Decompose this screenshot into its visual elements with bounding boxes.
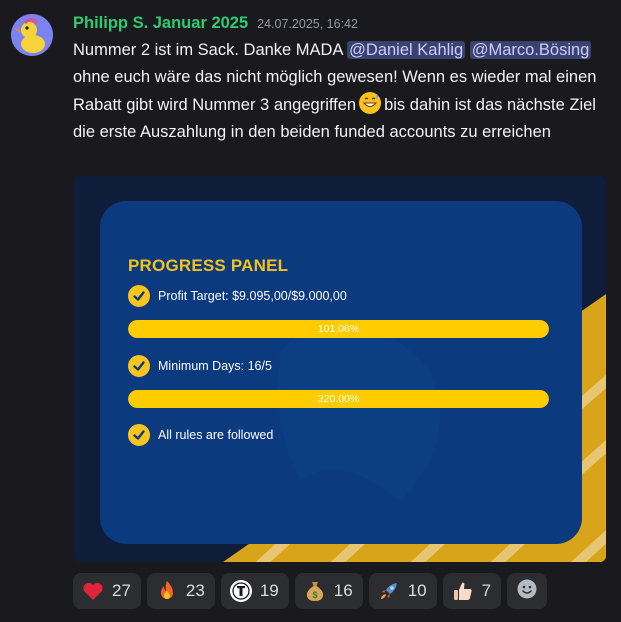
check-item-profit-target: Profit Target: $9.095,00/$9.000,00 (128, 285, 347, 307)
reaction-count: 7 (481, 581, 492, 600)
check-label: Profit Target: $9.095,00/$9.000,00 (158, 289, 347, 303)
thumbs-up-icon (451, 579, 475, 603)
check-icon (128, 355, 150, 377)
check-label: All rules are followed (158, 428, 274, 442)
add-reaction-icon (516, 578, 538, 605)
rocket-icon (377, 579, 401, 603)
progress-panel-image[interactable]: PROGRESS PANEL Profit Target: $9.095,00/… (73, 176, 606, 562)
reaction-count: 23 (185, 581, 205, 600)
reaction-count: 10 (407, 581, 427, 600)
mention-marco[interactable]: @Marco.Bösing (469, 41, 592, 59)
check-label: Minimum Days: 16/5 (158, 359, 272, 373)
reaction-fire[interactable]: 23 (146, 573, 215, 609)
check-icon (128, 285, 150, 307)
author-name[interactable]: Philipp S. Januar 2025 (73, 14, 248, 33)
reaction-money-bag[interactable]: $ 16 (294, 573, 363, 609)
check-item-minimum-days: Minimum Days: 16/5 (128, 355, 272, 377)
reaction-custom[interactable]: 19 (220, 573, 289, 609)
reaction-count: 16 (333, 581, 353, 600)
duck-avatar-icon (11, 14, 53, 56)
reaction-thumbs-up[interactable]: 7 (442, 573, 502, 609)
timestamp: 24.07.2025, 16:42 (257, 17, 358, 31)
panel-title: PROGRESS PANEL (128, 256, 289, 275)
mention-daniel[interactable]: @Daniel Kahlig (347, 41, 466, 59)
grinning-sweat-emoji-icon (358, 91, 382, 115)
reaction-rocket[interactable]: 10 (368, 573, 437, 609)
reaction-count: 19 (259, 581, 279, 600)
message-content: Nummer 2 ist im Sack. Danke MADA @Daniel… (73, 37, 613, 146)
reaction-heart[interactable]: 27 (73, 573, 141, 609)
money-bag-icon: $ (303, 579, 327, 603)
progress-bar-profit: 101.06% (128, 320, 549, 338)
progress-panel: PROGRESS PANEL Profit Target: $9.095,00/… (100, 201, 582, 544)
reaction-count: 27 (112, 581, 131, 600)
progress-bar-days: 320.00% (128, 390, 549, 408)
reactions-bar: 27 23 19 $ 16 10 7 (73, 573, 548, 609)
check-item-rules: All rules are followed (128, 424, 273, 446)
message-header: Philipp S. Januar 2025 24.07.2025, 16:42 (73, 14, 358, 38)
custom-emoji-icon (229, 579, 253, 603)
avatar[interactable] (11, 14, 53, 56)
svg-text:$: $ (312, 590, 317, 600)
check-icon (128, 424, 150, 446)
fire-icon (155, 579, 179, 603)
progress-bar-text: 320.00% (317, 393, 360, 405)
progress-bar-text: 101.06% (317, 323, 360, 335)
message-text: Nummer 2 ist im Sack. Danke MADA (73, 41, 348, 59)
add-reaction-button[interactable] (507, 573, 548, 609)
heart-icon (81, 579, 105, 603)
